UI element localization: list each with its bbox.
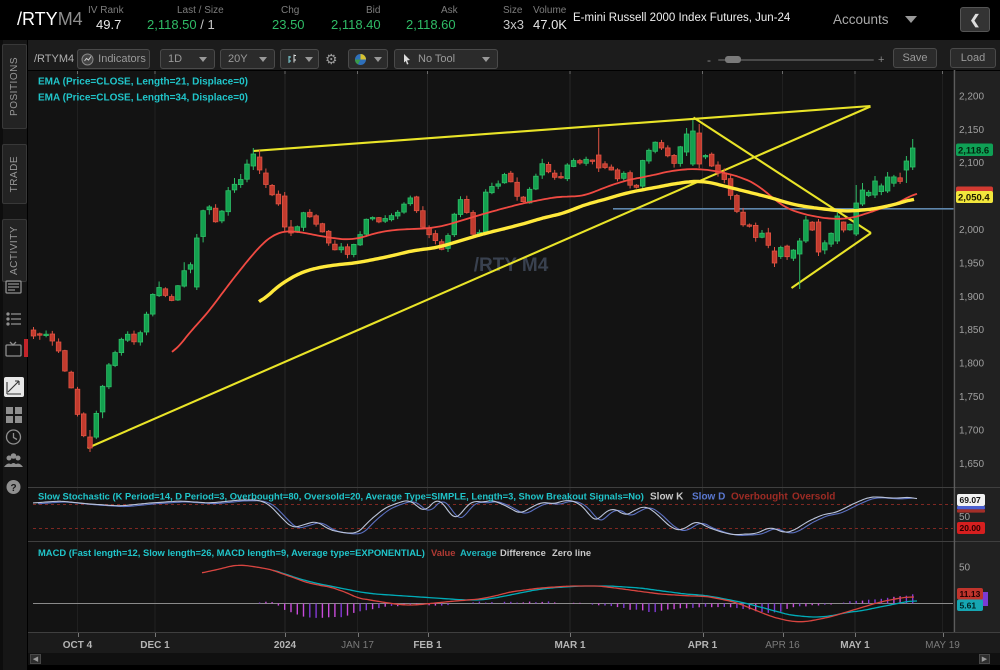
svg-text:2,050.4: 2,050.4: [958, 193, 990, 204]
svg-text:1,700: 1,700: [959, 425, 984, 436]
svg-text:2,118.6: 2,118.6: [958, 145, 989, 156]
svg-text:1,650: 1,650: [959, 459, 984, 470]
svg-text:MACD (Fast length=12, Slow len: MACD (Fast length=12, Slow length=26, MA…: [38, 547, 425, 558]
svg-text:Slow K: Slow K: [650, 492, 684, 503]
svg-text:2,000: 2,000: [959, 225, 984, 236]
svg-text:50: 50: [959, 512, 971, 523]
svg-text:1,750: 1,750: [959, 392, 984, 403]
svg-text:69.07: 69.07: [960, 495, 982, 505]
svg-text:Zero line: Zero line: [552, 547, 591, 558]
svg-text:EMA (Price=CLOSE, Length=21, D: EMA (Price=CLOSE, Length=21, Displace=0): [38, 77, 248, 88]
svg-text:11.13: 11.13: [960, 589, 981, 599]
svg-text:Value: Value: [431, 547, 456, 558]
svg-text:2,150: 2,150: [959, 125, 984, 136]
svg-text:1,850: 1,850: [959, 325, 984, 336]
svg-text:2,200: 2,200: [959, 91, 984, 102]
svg-text:?: ?: [10, 483, 16, 494]
svg-text:1,800: 1,800: [959, 359, 984, 370]
svg-text:Slow Stochastic (K Period=14,: Slow Stochastic (K Period=14, D Period=3…: [38, 491, 644, 502]
svg-text:Overbought: Overbought: [731, 492, 788, 503]
svg-text:1,900: 1,900: [959, 292, 984, 303]
svg-text:Difference: Difference: [500, 547, 546, 558]
svg-text:Oversold: Oversold: [792, 492, 835, 503]
svg-text:Slow D: Slow D: [692, 492, 725, 503]
svg-text:EMA (Price=CLOSE, Length=34, D: EMA (Price=CLOSE, Length=34, Displace=0): [38, 93, 248, 104]
svg-text:20.00: 20.00: [960, 523, 982, 533]
svg-text:Average: Average: [460, 547, 497, 558]
svg-text:2,100: 2,100: [959, 158, 984, 169]
svg-text:50: 50: [959, 563, 971, 574]
svg-text:/RTY M4: /RTY M4: [474, 255, 549, 276]
svg-text:1,950: 1,950: [959, 258, 984, 269]
svg-text:5.61: 5.61: [960, 601, 977, 611]
